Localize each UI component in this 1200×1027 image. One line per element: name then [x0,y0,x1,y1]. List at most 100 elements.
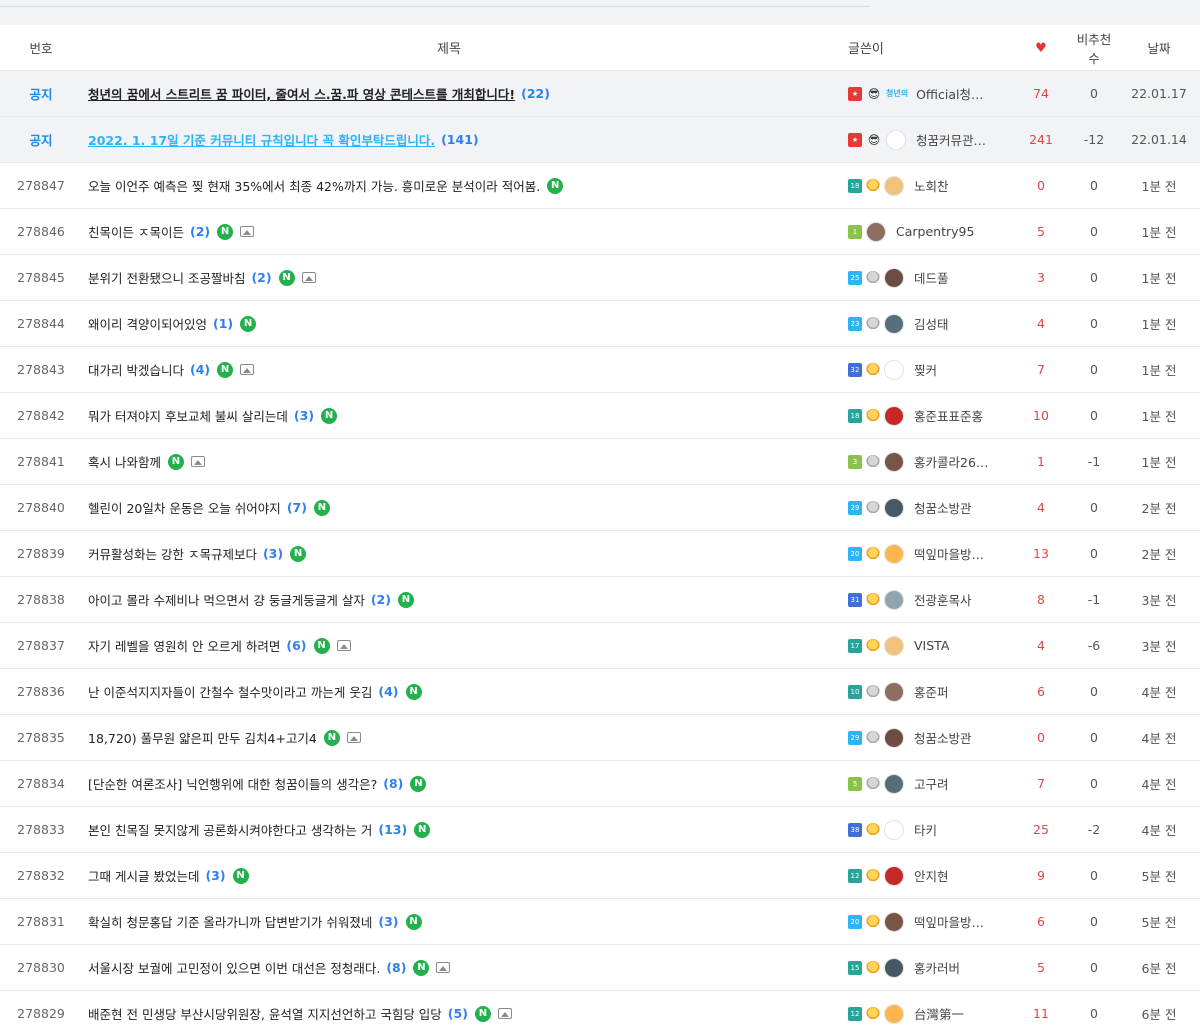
author-cell[interactable]: 3 홍카콜라26… [836,451,1012,472]
comment-count[interactable]: (6) [286,638,306,653]
table-row[interactable]: 278845 분위기 전환됐으니 조공짤바침 (2) N 25 데드풀 3 0 1분 전 [0,255,1200,301]
author-name[interactable]: VISTA [914,638,949,653]
comment-count[interactable]: (8) [386,960,406,975]
table-row[interactable]: 278839 커뮤활성화는 강한 ㅈ목규제보다 (3) N 20 떡잎마을방… 13 0 2분 … [0,531,1200,577]
post-title[interactable]: 왜이리 격양이되어있엉 [88,314,207,333]
author-name[interactable]: 떡잎마을방… [914,544,984,563]
author-name[interactable]: Official청… [916,84,983,103]
author-name[interactable]: 데드풀 [914,268,949,287]
author-cell[interactable]: 1 Carpentry95 [836,221,1012,242]
author-cell[interactable]: 20 떡잎마을방… [836,543,1012,564]
author-cell[interactable]: 29 청꿈소방관 [836,497,1012,518]
header-rec[interactable]: 비추천 수 [1070,29,1118,67]
post-title[interactable]: 뭐가 터져야지 후보교체 불씨 살리는데 [88,406,288,425]
comment-count[interactable]: (4) [378,684,398,699]
post-title-cell[interactable]: [단순한 여론조사] 닉언행위에 대한 청꿈이들의 생각은? (8) N [82,774,836,793]
table-row[interactable]: 278844 왜이리 격양이되어있엉 (1) N 23 김성태 4 0 1분 전 [0,301,1200,347]
author-name[interactable]: 타키 [914,820,937,839]
table-row[interactable]: 278837 자기 레벨을 영원히 안 오르게 하려면 (6) N 17 VISTA 4 -6… [0,623,1200,669]
post-title-cell[interactable]: 확실히 청문홍답 기준 올라가니까 답변받기가 쉬워졌네 (3) N [82,912,836,931]
notice-row[interactable]: 공지 2022. 1. 17일 기준 커뮤니티 규칙입니다 꼭 확인부탁드립니다.… [0,117,1200,163]
post-title-cell[interactable]: 18,720) 풀무원 얇은피 만두 김치4+고기4 N [82,728,836,747]
avatar[interactable] [884,451,904,472]
avatar[interactable] [884,773,904,794]
author-name[interactable]: 台灣第一 [914,1004,964,1023]
author-cell[interactable]: ★ 😎 청꿈커뮤관… [836,129,1012,150]
post-title-cell[interactable]: 배준현 전 민생당 부산시당위원장, 윤석열 지지선언하고 국힘당 입당 (5) N [82,1004,836,1023]
post-title-cell[interactable]: 뭐가 터져야지 후보교체 불씨 살리는데 (3) N [82,406,836,425]
comment-count[interactable]: (141) [441,132,479,147]
author-cell[interactable]: 17 VISTA [836,635,1012,656]
post-title-cell[interactable]: 오늘 이언주 예측은 찢 현재 35%에서 최종 42%까지 가능. 흥미로운 … [82,176,836,195]
post-title[interactable]: 분위기 전환됐으니 조공짤바침 [88,268,245,287]
author-cell[interactable]: 12 台灣第一 [836,1003,1012,1024]
post-title[interactable]: 18,720) 풀무원 얇은피 만두 김치4+고기4 [88,728,317,747]
author-name[interactable]: 청꿈커뮤관… [916,130,986,149]
author-cell[interactable]: 18 홍준표표준홍 [836,405,1012,426]
post-title[interactable]: 대가리 박겠습니다 [88,360,184,379]
post-title-cell[interactable]: 헬린이 20일차 운동은 오늘 쉬어야지 (7) N [82,498,836,517]
post-title-cell[interactable]: 분위기 전환됐으니 조공짤바침 (2) N [82,268,836,287]
author-cell[interactable]: 29 청꿈소방관 [836,727,1012,748]
post-title-cell[interactable]: 대가리 박겠습니다 (4) N [82,360,836,379]
post-title[interactable]: 확실히 청문홍답 기준 올라가니까 답변받기가 쉬워졌네 [88,912,372,931]
author-name[interactable]: 떡잎마을방… [914,912,984,931]
author-cell[interactable]: 15 홍카러버 [836,957,1012,978]
table-row[interactable]: 278836 난 이준석지지자들이 간철수 철수맛이라고 까는게 웃김 (4) N 10… [0,669,1200,715]
post-title-cell[interactable]: 본인 친목질 못지않게 공론화시켜야한다고 생각하는 거 (13) N [82,820,836,839]
avatar[interactable] [884,175,904,196]
author-cell[interactable]: 5 고구려 [836,773,1012,794]
author-cell[interactable]: 32 찢커 [836,359,1012,380]
comment-count[interactable]: (1) [213,316,233,331]
table-row[interactable]: 278835 18,720) 풀무원 얇은피 만두 김치4+고기4 N 29 청꿈소방관… [0,715,1200,761]
avatar[interactable] [884,911,904,932]
avatar[interactable] [866,221,886,242]
post-title[interactable]: 친목이든 ㅈ목이든 [88,222,184,241]
table-row[interactable]: 278846 친목이든 ㅈ목이든 (2) N 1 Carpentry95 5 0 1분 전 [0,209,1200,255]
avatar[interactable] [884,865,904,886]
post-title-cell[interactable]: 왜이리 격양이되어있엉 (1) N [82,314,836,333]
author-name[interactable]: 찢커 [914,360,937,379]
avatar[interactable] [884,819,904,840]
avatar[interactable] [884,543,904,564]
avatar[interactable] [884,727,904,748]
table-row[interactable]: 278842 뭐가 터져야지 후보교체 불씨 살리는데 (3) N 18 홍준표표준홍 10… [0,393,1200,439]
table-row[interactable]: 278831 확실히 청문홍답 기준 올라가니까 답변받기가 쉬워졌네 (3) N 20… [0,899,1200,945]
avatar[interactable] [884,681,904,702]
notice-row[interactable]: 공지 청년의 꿈에서 스트리트 꿈 파이터, 줄여서 스.꿈.파 영상 콘테스트를… [0,71,1200,117]
comment-count[interactable]: (4) [190,362,210,377]
table-row[interactable]: 278830 서울시장 보궐에 고민정이 있으면 이번 대선은 정청래다. (8) N… [0,945,1200,991]
author-name[interactable]: Carpentry95 [896,224,974,239]
avatar[interactable] [884,267,904,288]
comment-count[interactable]: (8) [383,776,403,791]
post-title-cell[interactable]: 자기 레벨을 영원히 안 오르게 하려면 (6) N [82,636,836,655]
author-cell[interactable]: 10 홍준퍼 [836,681,1012,702]
comment-count[interactable]: (3) [294,408,314,423]
post-title-cell[interactable]: 혹시 나와함께 N [82,452,836,471]
table-row[interactable]: 278834 [단순한 여론조사] 닉언행위에 대한 청꿈이들의 생각은? (8) N… [0,761,1200,807]
table-row[interactable]: 278833 본인 친목질 못지않게 공론화시켜야한다고 생각하는 거 (13) N 3… [0,807,1200,853]
author-name[interactable]: 김성태 [914,314,949,333]
notice-title[interactable]: 청년의 꿈에서 스트리트 꿈 파이터, 줄여서 스.꿈.파 영상 콘테스트를 개… [88,84,515,103]
table-row[interactable]: 278840 헬린이 20일차 운동은 오늘 쉬어야지 (7) N 29 청꿈소방관 4 0 2… [0,485,1200,531]
table-row[interactable]: 278841 혹시 나와함께 N 3 홍카콜라26… 1 -1 1분 전 [0,439,1200,485]
author-name[interactable]: 홍준표표준홍 [914,406,983,425]
author-cell[interactable]: 23 김성태 [836,313,1012,334]
author-name[interactable]: 홍카러버 [914,958,960,977]
comment-count[interactable]: (22) [521,86,550,101]
notice-title-cell[interactable]: 2022. 1. 17일 기준 커뮤니티 규칙입니다 꼭 확인부탁드립니다. (1… [82,130,836,149]
header-likes[interactable]: ♥ [1012,40,1070,56]
author-name[interactable]: 청꿈소방관 [914,728,972,747]
post-title[interactable]: 헬린이 20일차 운동은 오늘 쉬어야지 [88,498,281,517]
post-title[interactable]: 자기 레벨을 영원히 안 오르게 하려면 [88,636,280,655]
table-row[interactable]: 278847 오늘 이언주 예측은 찢 현재 35%에서 최종 42%까지 가능.… [0,163,1200,209]
table-row[interactable]: 278843 대가리 박겠습니다 (4) N 32 찢커 7 0 1분 전 [0,347,1200,393]
header-date[interactable]: 날짜 [1118,38,1200,57]
avatar[interactable] [884,957,904,978]
post-title[interactable]: 혹시 나와함께 [88,452,161,471]
post-title-cell[interactable]: 커뮤활성화는 강한 ㅈ목규제보다 (3) N [82,544,836,563]
comment-count[interactable]: (2) [190,224,210,239]
post-title[interactable]: 배준현 전 민생당 부산시당위원장, 윤석열 지지선언하고 국힘당 입당 [88,1004,442,1023]
post-title-cell[interactable]: 친목이든 ㅈ목이든 (2) N [82,222,836,241]
notice-title[interactable]: 2022. 1. 17일 기준 커뮤니티 규칙입니다 꼭 확인부탁드립니다. [88,130,435,149]
